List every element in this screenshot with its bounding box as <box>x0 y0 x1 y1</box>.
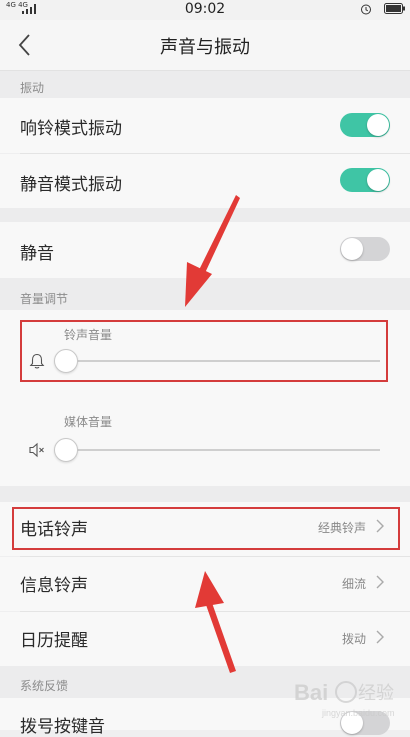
svg-text:jingyan.baidu.com: jingyan.baidu.com <box>321 708 395 718</box>
watermark: Bai 经验 jingyan.baidu.com <box>292 664 402 720</box>
annotation-arrow-down <box>185 195 240 307</box>
annotation-arrow-up <box>195 571 236 673</box>
baidu-logo-watermark: Bai 经验 jingyan.baidu.com <box>294 680 395 718</box>
annotation-arrows <box>185 195 240 673</box>
svg-text:Bai: Bai <box>294 680 328 705</box>
svg-text:经验: 经验 <box>358 683 394 704</box>
